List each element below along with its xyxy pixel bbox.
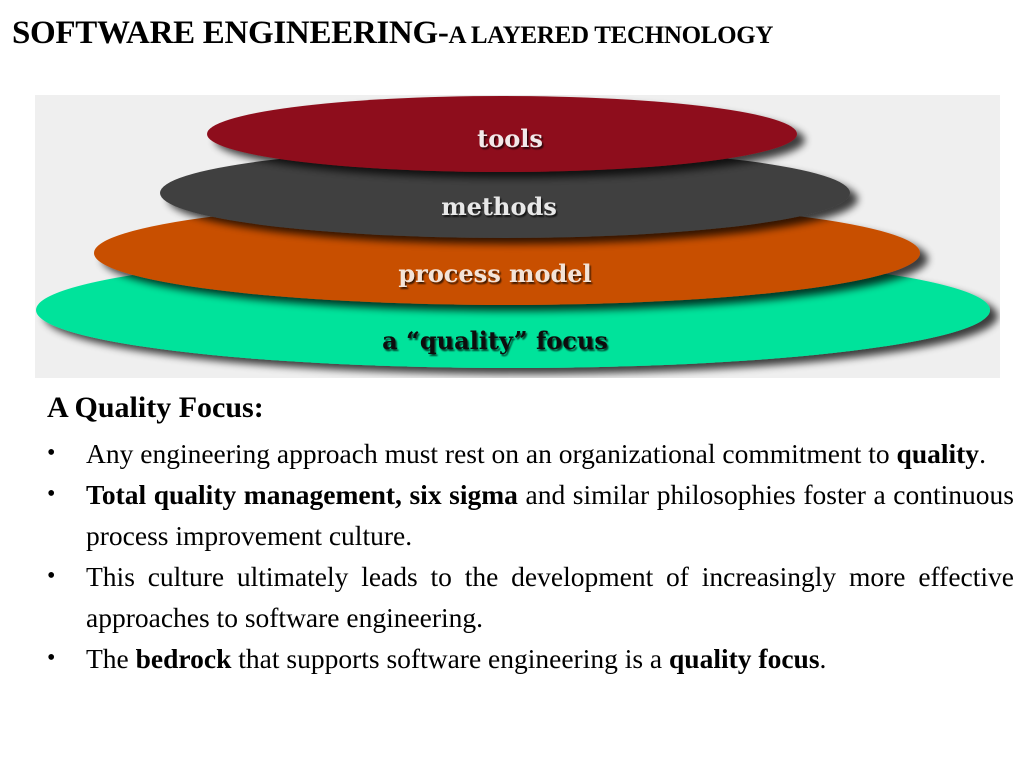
layer-quality-focus-label: a “quality” focus — [382, 326, 608, 355]
bullet-marker: • — [47, 440, 56, 466]
slide-title: SOFTWARE ENGINEERING-A LAYERED TECHNOLOG… — [12, 14, 773, 55]
text-segment: The — [86, 643, 136, 674]
text-segment: . — [979, 438, 986, 469]
bullet-marker: • — [47, 645, 56, 671]
bullet-item: • The bedrock that supports software engi… — [47, 638, 1014, 679]
text-segment: Any engineering approach must rest on an… — [86, 438, 897, 469]
section-heading: A Quality Focus: — [47, 391, 264, 424]
layer-methods-label: methods — [441, 192, 557, 221]
layer-tools-label: tools — [477, 124, 543, 153]
bullet-text: Any engineering approach must rest on an… — [86, 438, 986, 469]
text-segment: . — [819, 643, 827, 674]
slide-title-sub: A LAYERED TECHNOLOGY — [448, 22, 774, 49]
bullet-text: Total quality management, six sigma and … — [86, 479, 1014, 551]
text-segment: This culture ultimately leads to the dev… — [86, 561, 1014, 633]
bold-text: quality — [896, 438, 980, 469]
bullet-item: • This culture ultimately leads to the de… — [47, 556, 1014, 638]
layered-technology-diagram: a “quality” focus process model methods … — [35, 95, 1000, 378]
bullet-list: • Any engineering approach must rest on a… — [47, 433, 1014, 679]
layer-stack-svg: a “quality” focus process model methods … — [36, 96, 990, 368]
text-segment: that supports software engineering is a — [231, 643, 670, 674]
bullet-item: • Any engineering approach must rest on a… — [47, 433, 1014, 474]
bold-text: bedrock — [135, 643, 232, 674]
bullet-text: This culture ultimately leads to the dev… — [86, 561, 1014, 633]
bullet-marker: • — [47, 481, 56, 507]
bullet-marker: • — [47, 563, 56, 589]
layer-process-model-label: process model — [398, 259, 591, 288]
bullet-item: • Total quality management, six sigma and… — [47, 474, 1014, 556]
layer-tools: tools — [207, 96, 797, 172]
bold-text: quality focus — [669, 643, 820, 674]
slide-title-main: SOFTWARE ENGINEERING- — [12, 15, 449, 51]
bullet-text: The bedrock that supports software engin… — [86, 643, 826, 674]
bold-text: Total quality management, six sigma — [86, 479, 518, 510]
